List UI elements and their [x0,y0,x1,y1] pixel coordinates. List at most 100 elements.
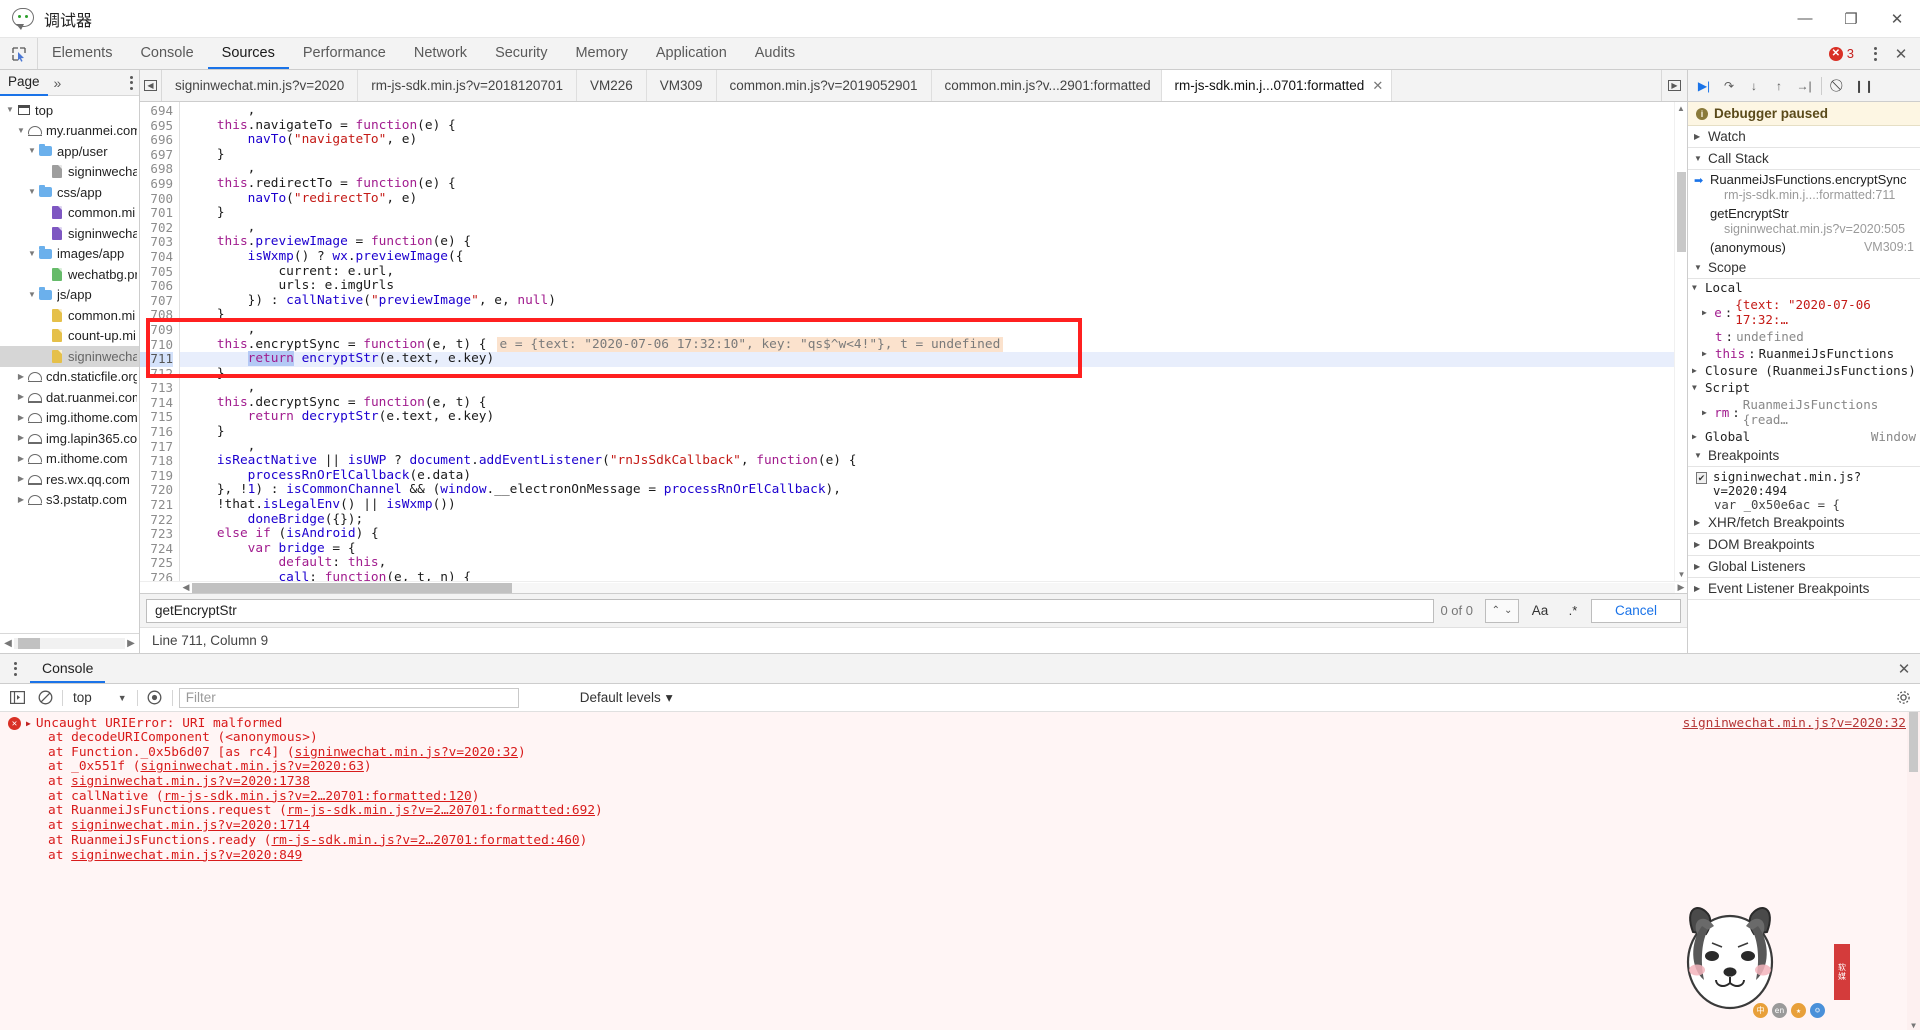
code-line[interactable]: } [180,308,1687,323]
search-input[interactable]: getEncryptStr [146,598,1435,623]
scroll-right-arrow-icon[interactable]: ▶ [1675,582,1687,593]
chevron-right-icon[interactable]: ▶ [1692,366,1702,375]
chevron-right-icon[interactable]: ▶ [15,413,27,422]
scroll-down-arrow-icon[interactable]: ▼ [1675,568,1687,581]
editor-tab[interactable]: VM309 [647,70,717,101]
scroll-left-arrow-icon[interactable]: ◀ [180,582,192,593]
line-number[interactable]: 701 [140,206,173,221]
code-line[interactable]: current: e.url, [180,264,1687,280]
tree-item[interactable]: common.mi [0,203,139,224]
chevron-down-icon[interactable]: ▼ [26,147,38,155]
tree-item[interactable]: ▶ cdn.staticfile.org [0,367,139,388]
code-line[interactable]: , [180,220,1687,236]
line-number[interactable]: 714 [140,395,173,411]
code-line[interactable]: processRnOrElCallback(e.data) [180,468,1687,484]
line-number[interactable]: 705 [140,264,173,280]
tab-network[interactable]: Network [400,38,481,69]
line-number[interactable]: 717 [140,439,173,455]
console-source-link[interactable]: signinwechat.min.js?v=2020:32 [1683,716,1906,731]
minimize-button[interactable]: — [1782,0,1828,38]
code-line[interactable]: , [180,439,1687,455]
line-number[interactable]: 718 [140,454,173,469]
tab-audits[interactable]: Audits [741,38,809,69]
match-case-button[interactable]: Aa [1525,603,1555,618]
tree-item[interactable]: signinwecha [0,162,139,183]
editor-tab[interactable]: signinwechat.min.js?v=2020 [162,70,359,101]
chevron-down-icon[interactable]: ▼ [1692,283,1702,292]
stack-frame-line[interactable]: at _0x551f (signinwechat.min.js?v=2020:6… [48,760,1920,775]
console-context-selector[interactable]: top ▼ [69,690,131,705]
console-levels-selector[interactable]: Default levels ▾ [580,690,673,706]
code-line[interactable]: default: this, [180,556,1687,571]
line-number[interactable]: 702 [140,220,173,236]
search-prev-icon[interactable]: ⌃ [1492,605,1500,616]
code-line[interactable]: , [180,103,1687,119]
scroll-down-arrow-icon[interactable]: ▼ [1907,1021,1920,1030]
tab-console[interactable]: Console [126,38,207,69]
code-line[interactable]: } [180,366,1687,382]
stack-source-link[interactable]: signinwechat.min.js?v=2020:1738 [71,774,310,789]
tree-item[interactable]: ▼ app/user [0,141,139,162]
tree-item[interactable]: signinwecha [0,346,139,367]
console-sidebar-toggle-icon[interactable] [6,687,28,709]
dom-breakpoints-section-header[interactable]: ▶ DOM Breakpoints [1688,534,1920,556]
code-line[interactable]: , [180,381,1687,396]
close-window-button[interactable]: ✕ [1874,0,1920,38]
scope-variable[interactable]: ▶ e: {text: "2020-07-06 17:32:… [1688,296,1920,328]
code-line[interactable]: isReactNative || isUWP ? document.addEve… [180,453,1687,469]
chevron-down-icon[interactable]: ▼ [26,249,38,258]
tree-item[interactable]: ▼ top [0,100,139,121]
stack-source-link[interactable]: signinwechat.min.js?v=2020:63 [140,759,363,775]
line-number[interactable]: 726 [140,570,173,581]
devtools-close-button[interactable]: ✕ [1890,45,1912,63]
chevron-down-icon[interactable]: ▼ [1692,383,1702,392]
code-line[interactable]: return encryptStr(e.text, e.key) [180,351,1687,367]
stack-frame-line[interactable]: at Function._0x5b6d07 [as rc4] (signinwe… [48,745,1920,761]
code-line[interactable]: this.previewImage = function(e) { [180,235,1687,250]
tab-security[interactable]: Security [481,38,561,69]
line-number[interactable]: 724 [140,541,173,557]
call-stack-frame[interactable]: (anonymous) VM309:1 [1688,238,1920,257]
code-line[interactable]: }) : callNative("previewImage", e, null) [180,293,1687,309]
console-output[interactable]: signinwechat.min.js?v=2020:32 ✕ ▶ Uncaug… [0,712,1920,1030]
xhr-breakpoints-section-header[interactable]: ▶ XHR/fetch Breakpoints [1688,512,1920,534]
line-number[interactable]: 716 [140,424,173,440]
chevron-right-icon[interactable]: ▶ [15,434,27,442]
search-next-icon[interactable]: ⌄ [1504,605,1512,616]
chevron-right-icon[interactable]: ▶ [15,393,27,401]
line-number[interactable]: 719 [140,468,173,484]
scrollbar-thumb[interactable] [192,582,512,593]
search-navigate-buttons[interactable]: ⌃ ⌄ [1485,598,1519,623]
code-line[interactable]: this.encryptSync = function(e, t) {e = {… [180,336,1687,353]
scope-section-header[interactable]: ▼ Scope [1688,257,1920,279]
code-line[interactable]: this.redirectTo = function(e) { [180,176,1687,192]
line-number[interactable]: 710 [140,337,173,353]
code-line[interactable]: }, !1) : isCommonChannel && (window.__el… [180,483,1687,498]
tab-performance[interactable]: Performance [289,38,400,69]
tree-item[interactable]: wechatbg.pr [0,264,139,285]
stack-frame-line[interactable]: at callNative (rm-js-sdk.min.js?v=2…2070… [48,789,1920,805]
scrollbar-thumb[interactable] [1909,712,1918,772]
editor-tabs-more-button[interactable]: ▶ [1661,70,1687,101]
code-line[interactable]: else if (isAndroid) { [180,526,1687,542]
code-line[interactable]: !that.isLegalEnv() || isWxmp()) [180,497,1687,513]
line-number[interactable]: 700 [140,191,173,207]
chevron-right-icon[interactable]: ▶ [15,495,27,504]
stack-source-link[interactable]: rm-js-sdk.min.js?v=2…20701:formatted:692 [287,803,595,819]
tree-item[interactable]: signinwecha [0,223,139,244]
line-number[interactable]: 722 [140,512,173,528]
line-number[interactable]: 712 [140,366,173,382]
chevron-down-icon[interactable]: ▼ [26,290,38,299]
code-line[interactable]: navTo("navigateTo", e) [180,132,1687,148]
tree-item[interactable]: common.mi [0,305,139,326]
code-line[interactable]: this.navigateTo = function(e) { [180,118,1687,134]
scroll-left-arrow-icon[interactable]: ◀ [2,638,14,649]
code-line[interactable]: navTo("redirectTo", e) [180,191,1687,207]
line-number[interactable]: 713 [140,381,173,396]
breakpoints-section-header[interactable]: ▼ Breakpoints [1688,445,1920,467]
scope-group[interactable]: ▼ Script [1688,379,1920,396]
line-number[interactable]: 704 [140,249,173,265]
pause-on-exceptions-button[interactable]: ❙❙ [1852,74,1876,98]
line-number[interactable]: 695 [140,118,173,134]
navigator-more-tabs-button[interactable]: » [48,75,68,91]
